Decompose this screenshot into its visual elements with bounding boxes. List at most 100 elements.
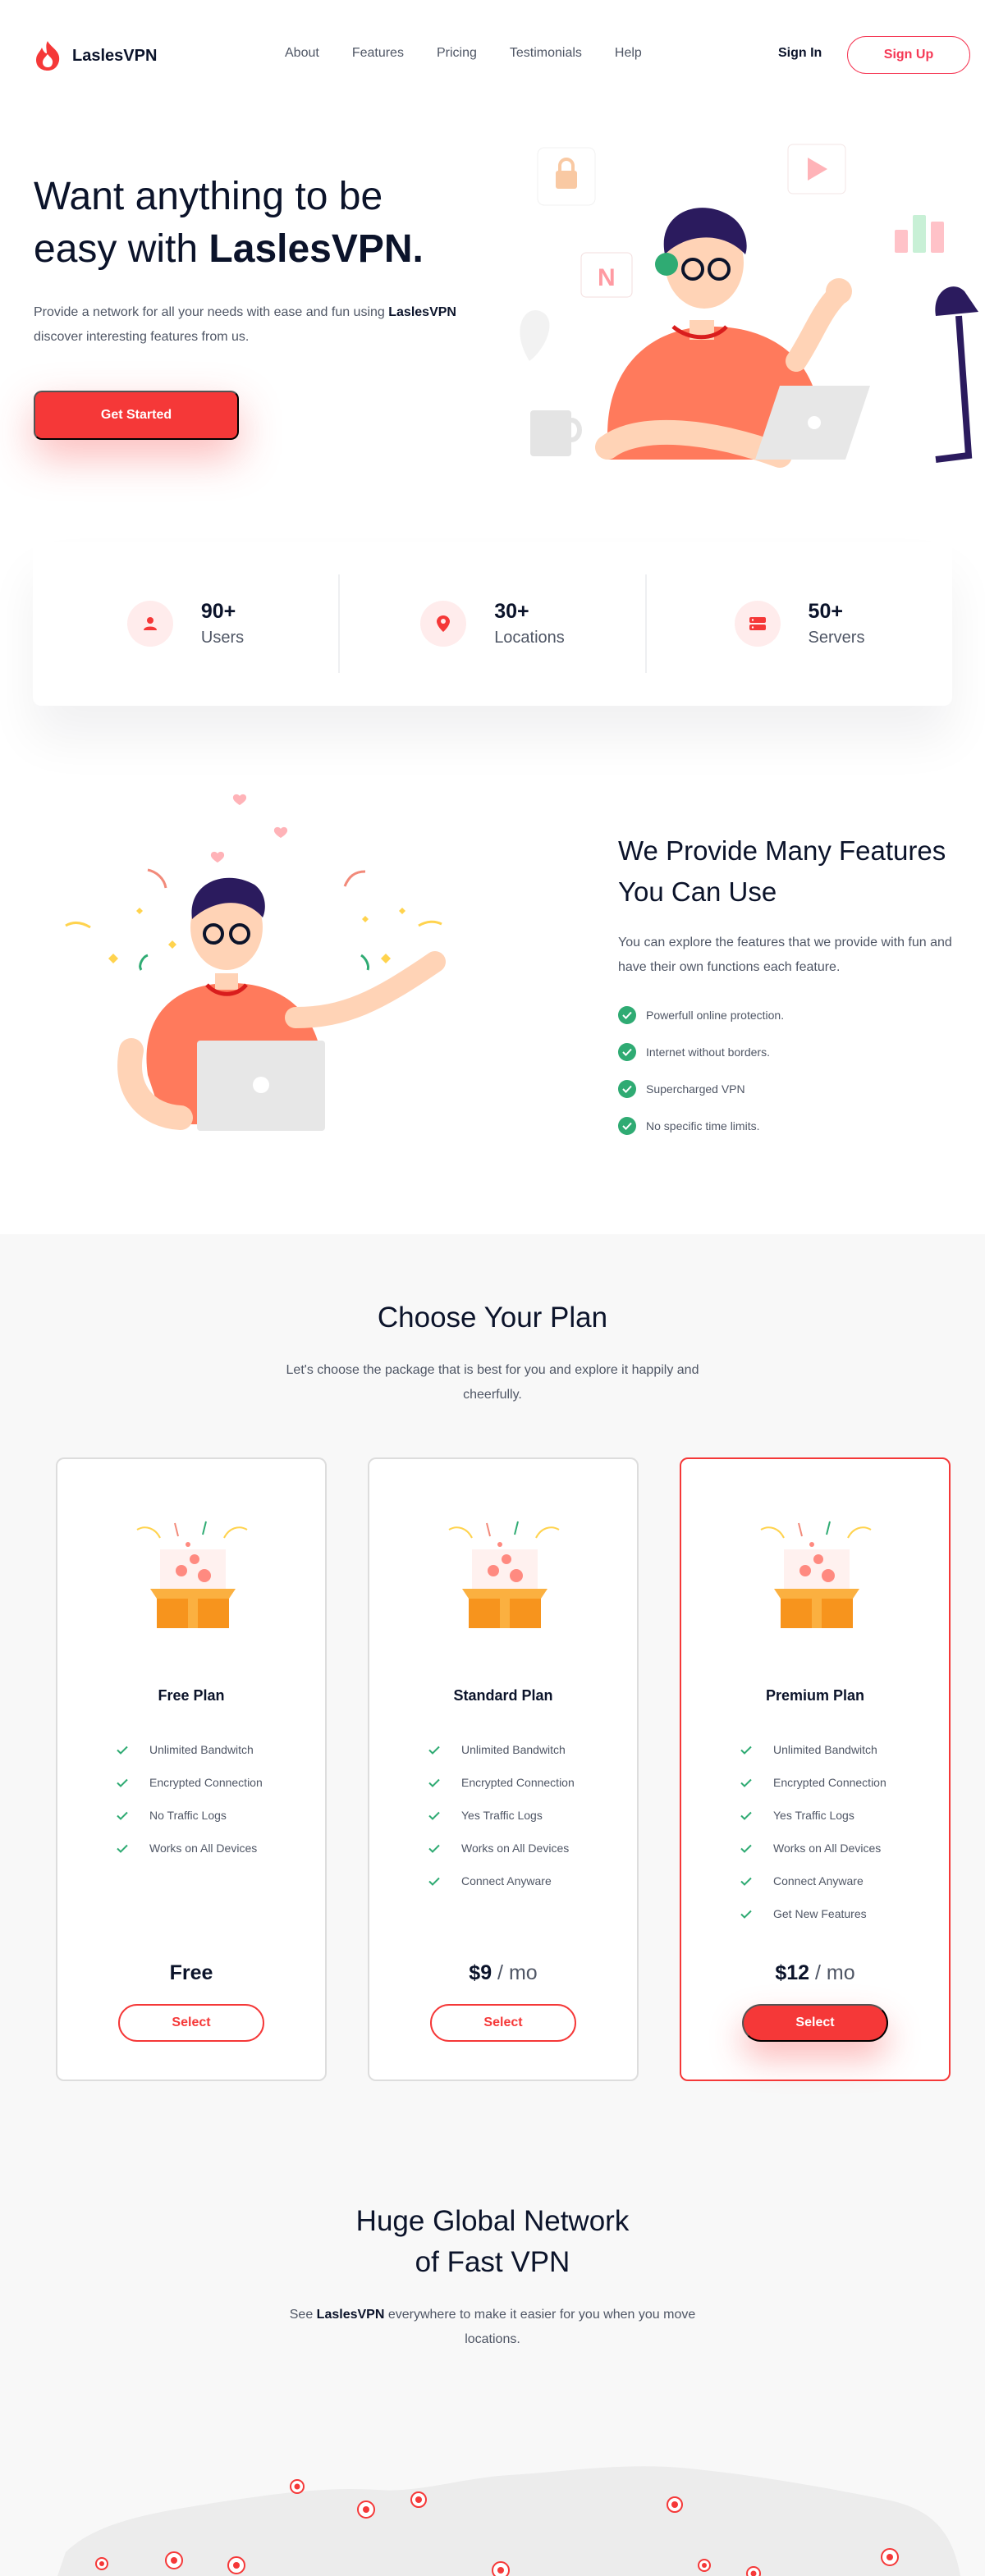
nav-link-about[interactable]: About [285,46,319,61]
feature-item-label: No specific time limits. [646,1119,760,1132]
person-arm-out [285,951,446,1028]
plan-feature: Works on All Devices [117,1832,263,1865]
stat-users-value: 90+ [200,600,236,623]
plan-price: Free [57,1961,325,1985]
plan-feature-label: Unlimited Bandwitch [149,1743,254,1756]
brand-logo[interactable]: LaslesVPN [33,39,157,72]
hero-sub-prefix: Provide a network for all your needs wit… [34,305,389,319]
stat-servers-label: Servers [808,629,865,647]
plan-name: Free Plan [158,1687,225,1704]
feature-item-label: Internet without borders. [646,1045,770,1059]
person-arm-raised [786,285,848,372]
hero-sub-suffix: discover interesting features from us. [34,330,250,344]
select-free-plan-button[interactable]: Select [118,2004,264,2042]
network-sub-prefix: See [289,2308,317,2322]
checkmark-icon [117,1778,128,1787]
network-subtitle: See LaslesVPN everywhere to make it easi… [279,2303,706,2352]
plan-feature-label: Unlimited Bandwitch [461,1743,566,1756]
checkmark-icon [428,1811,440,1820]
select-standard-plan-button[interactable]: Select [430,2004,576,2042]
gift-box-illustration [448,1521,560,1628]
plan-feature-label: Yes Traffic Logs [461,1809,543,1822]
plan-feature-label: Works on All Devices [461,1842,570,1855]
checkmark-icon [740,1910,752,1919]
select-premium-plan-button[interactable]: Select [742,2004,888,2042]
stat-locations: 30+ Locations [338,574,645,673]
plan-feature: Unlimited Bandwitch [428,1733,575,1766]
feature-item-label: Supercharged VPN [646,1082,745,1096]
netflix-n-icon: N [598,264,616,291]
gift-box-illustration [760,1521,872,1628]
sign-up-button[interactable]: Sign Up [847,36,970,74]
checkmark-icon [740,1877,752,1886]
check-circle-icon [618,1042,636,1061]
network-sub-brand: LaslesVPN [316,2308,385,2322]
stat-users: 90+ Users [33,574,338,673]
plan-features: Unlimited Bandwitch Encrypted Connection… [740,1733,886,1930]
plan-feature: Yes Traffic Logs [428,1799,575,1832]
plan-features: Unlimited Bandwitch Encrypted Connection… [117,1733,263,1865]
plan-price: $9 / mo [369,1961,637,1985]
hero-title-line2-prefix: easy with [34,227,209,271]
plan-price-period: / mo [809,1961,855,1984]
plan-feature: Encrypted Connection [740,1766,886,1799]
plan-feature-label: Works on All Devices [773,1842,882,1855]
stat-servers: 50+ Servers [645,574,952,673]
nav-links: About Features Pricing Testimonials Help [285,46,642,61]
get-started-button[interactable]: Get Started [34,391,239,440]
network-title-line2: of Fast VPN [415,2246,570,2278]
network-sub-suffix: everywhere to make it easier for you whe… [384,2308,696,2346]
plan-feature: Unlimited Bandwitch [117,1733,263,1766]
stat-users-label: Users [200,629,245,647]
gift-box-illustration [136,1521,248,1628]
plan-price-value: Free [169,1961,213,1984]
desk-lamp [935,286,978,316]
stat-locations-value: 30+ [494,600,529,623]
plan-name: Standard Plan [453,1687,553,1704]
plan-feature-label: No Traffic Logs [149,1809,227,1822]
checkmark-icon [117,1746,128,1755]
plan-feature: Get New Features [740,1897,886,1930]
plan-feature: Works on All Devices [428,1832,575,1865]
plan-feature: Encrypted Connection [117,1766,263,1799]
hero-title-brand: LaslesVPN. [208,227,424,271]
map-landmass [57,2466,960,2576]
plan-features: Unlimited Bandwitch Encrypted Connection… [428,1733,575,1897]
plan-card-free: Free Plan Unlimited Bandwitch Encrypted … [56,1457,327,2081]
sign-in-link[interactable]: Sign In [778,46,822,61]
plan-feature: Unlimited Bandwitch [740,1733,886,1766]
nav-link-features[interactable]: Features [352,46,404,61]
plan-feature-label: Connect Anyware [773,1874,864,1887]
feature-item: Powerfull online protection. [618,996,784,1033]
plan-name: Premium Plan [765,1687,865,1704]
network-title-line1: Huge Global Network [355,2205,630,2237]
plan-feature: Connect Anyware [428,1865,575,1897]
plan-price-value: $9 [469,1961,492,1984]
mug [530,410,571,456]
check-circle-icon [618,1116,636,1135]
flame-logo-icon [36,41,60,71]
hero-illustration: N [520,144,978,468]
check-circle-icon [618,1079,636,1098]
nav-link-help[interactable]: Help [615,46,642,61]
plan-feature: Works on All Devices [740,1832,886,1865]
nav-link-pricing[interactable]: Pricing [437,46,477,61]
feature-item: No specific time limits. [618,1107,784,1144]
nav-link-testimonials[interactable]: Testimonials [510,46,582,61]
plan-card-standard: Standard Plan Unlimited Bandwitch Encryp… [368,1457,639,2081]
plan-feature-label: Yes Traffic Logs [773,1809,854,1822]
plan-feature-label: Get New Features [773,1907,867,1920]
hero-title: Want anything to be easy with LaslesVPN. [34,171,493,276]
lock-icon [556,171,577,189]
plan-feature: Yes Traffic Logs [740,1799,886,1832]
feature-item: Internet without borders. [618,1033,784,1070]
checkmark-icon [428,1844,440,1853]
features-illustration [65,794,446,1131]
checkmark-icon [740,1844,752,1853]
stat-servers-value: 50+ [808,600,843,623]
stat-locations-label: Locations [494,629,565,647]
heart-icon [232,794,247,805]
stats-panel: 90+ Users 30+ Locations 50+ Servers [33,542,952,706]
location-pin-icon [420,601,467,647]
plan-price-value: $12 [775,1961,810,1984]
